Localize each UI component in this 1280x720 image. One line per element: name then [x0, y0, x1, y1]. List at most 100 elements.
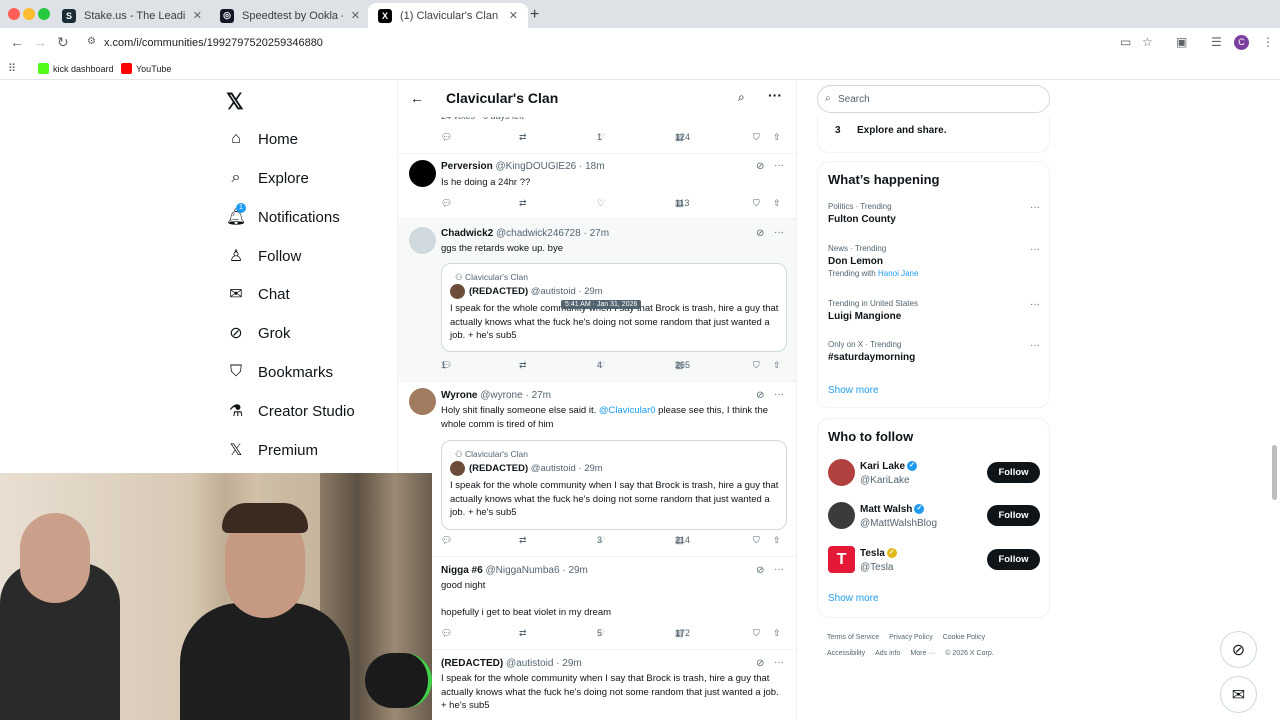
follow-suggestion[interactable]: Matt Walsh ✓ @MattWalshBlog Follow	[828, 502, 1040, 534]
like-button[interactable]: ♡ 3	[597, 535, 608, 546]
more-options-icon[interactable]: ···	[774, 564, 784, 575]
like-icon[interactable]: ♡	[597, 198, 605, 209]
share-icon[interactable]: ⇧	[773, 360, 781, 371]
share-icon[interactable]: ⇧	[773, 628, 781, 639]
reload-icon[interactable]: ↻	[57, 34, 69, 51]
follow-button[interactable]: Follow	[987, 462, 1040, 483]
more-options-icon[interactable]: ···	[1030, 340, 1040, 351]
extensions-icon[interactable]: ▣	[1176, 35, 1187, 49]
trend-item[interactable]: Politics · Trending Fulton County ···	[828, 202, 1040, 225]
page-scrollbar[interactable]	[1272, 445, 1277, 500]
grok-explain-icon[interactable]: ⊘	[756, 658, 764, 669]
more-options-icon[interactable]: ···	[774, 389, 784, 400]
bookmark-kick-dashboard[interactable]: kick dashboard	[38, 63, 114, 74]
back-arrow-icon[interactable]: ←	[410, 90, 424, 106]
display-name[interactable]: (REDACTED)	[441, 658, 503, 669]
nav-premium[interactable]: 𝕏 Premium	[226, 436, 318, 464]
follow-button[interactable]: Follow	[987, 505, 1040, 526]
url-bar[interactable]: ⚙ x.com/i/communities/199279752025934688…	[80, 31, 1110, 55]
footer-link[interactable]: Ads info	[875, 650, 900, 657]
footer-link[interactable]: Cookie Policy	[943, 634, 985, 641]
bookmark-youtube[interactable]: YouTube	[121, 63, 171, 74]
x-logo-icon[interactable]: 𝕏	[226, 89, 244, 115]
retweet-icon[interactable]: ⇄	[519, 198, 527, 209]
display-name[interactable]: Perversion	[441, 161, 493, 172]
browser-tab-speedtest[interactable]: ◎ Speedtest by Ookla - The Glo ✕	[210, 3, 370, 28]
share-icon[interactable]: ⇧	[773, 535, 781, 546]
nav-explore[interactable]: ⌕ Explore	[226, 164, 309, 192]
quoted-tweet[interactable]: ⚇ Clavicular's Clan (REDACTED) @autistoi…	[441, 440, 787, 530]
more-options-icon[interactable]: ···	[1030, 299, 1040, 310]
browser-tab-x[interactable]: X (1) Clavicular's Clan Commun ✕	[368, 3, 528, 28]
site-settings-icon[interactable]: ⚙	[87, 36, 96, 47]
trend-item[interactable]: News · Trending Don Lemon Trending with …	[828, 244, 1040, 278]
avatar[interactable]	[409, 160, 436, 187]
handle[interactable]: @chadwick246728	[496, 228, 581, 239]
new-tab-button[interactable]: +	[530, 6, 539, 24]
bookmark-icon[interactable]: ⛉	[753, 132, 760, 143]
footer-link[interactable]: More ···	[910, 650, 935, 657]
search-icon[interactable]: ⌕	[738, 90, 745, 105]
trend-sub-link[interactable]: Hanoi Jane	[878, 269, 918, 278]
display-name[interactable]: Kari Lake ✓	[860, 461, 918, 472]
share-icon[interactable]: ⇧	[773, 198, 781, 209]
close-tab-icon[interactable]: ✕	[351, 9, 360, 22]
step-text[interactable]: Explore and share.	[857, 125, 946, 136]
messages-floating-button[interactable]: ✉	[1220, 676, 1257, 713]
more-options-icon[interactable]: ···	[768, 87, 782, 103]
timestamp[interactable]: 27m	[532, 390, 551, 401]
minimize-window-button[interactable]	[23, 8, 35, 20]
maximize-window-button[interactable]	[38, 8, 50, 20]
like-button[interactable]: ♡ 4	[597, 360, 608, 371]
grok-floating-button[interactable]: ⊘	[1220, 631, 1257, 668]
more-options-icon[interactable]: ···	[774, 657, 784, 668]
nav-home[interactable]: ⌂ Home	[226, 125, 298, 153]
footer-link[interactable]: Privacy Policy	[889, 634, 933, 641]
follow-suggestion[interactable]: Kari Lake ✓ @KariLake Follow	[828, 459, 1040, 491]
handle[interactable]: @NiggaNumba6	[485, 565, 559, 576]
reply-icon[interactable]: 💬︎	[441, 132, 452, 143]
like-button[interactable]: ♡ 1	[597, 132, 608, 143]
more-options-icon[interactable]: ···	[1030, 244, 1040, 255]
grok-explain-icon[interactable]: ⊘	[756, 390, 764, 401]
nav-notifications[interactable]: 🔔︎ 1 Notifications	[226, 203, 340, 231]
display-name[interactable]: Chadwick2	[441, 228, 493, 239]
trend-item[interactable]: Only on X · Trending #saturdaymorning ··…	[828, 340, 1040, 363]
avatar[interactable]	[828, 502, 855, 529]
retweet-icon[interactable]: ⇄	[519, 535, 527, 546]
timestamp[interactable]: 29m	[562, 658, 581, 669]
apps-grid-icon[interactable]: ⠿	[8, 62, 16, 75]
views-button[interactable]: ▥ 214	[675, 535, 690, 546]
trend-item[interactable]: Trending in United States Luigi Mangione…	[828, 299, 1040, 322]
bookmark-icon[interactable]: ⛉	[753, 198, 760, 209]
handle[interactable]: @MattWalshBlog	[860, 518, 937, 529]
media-icon[interactable]: ☰	[1211, 35, 1222, 49]
handle[interactable]: @autistoid	[506, 658, 553, 669]
reply-icon[interactable]: 💬︎	[441, 628, 452, 639]
nav-creator-studio[interactable]: ⚗ Creator Studio	[226, 397, 355, 425]
handle[interactable]: @KingDOUGIE26	[495, 161, 576, 172]
more-options-icon[interactable]: ···	[774, 160, 784, 171]
timestamp[interactable]: 27m	[590, 228, 609, 239]
display-name[interactable]: Tesla ✓	[860, 548, 897, 559]
retweet-icon[interactable]: ⇄	[519, 628, 527, 639]
retweet-icon[interactable]: ⇄	[519, 132, 527, 143]
bookmark-icon[interactable]: ⛉	[753, 628, 760, 639]
handle[interactable]: @Tesla	[860, 562, 894, 573]
nav-chat[interactable]: ✉ Chat	[226, 280, 289, 308]
nav-follow[interactable]: ♙ Follow	[226, 242, 302, 270]
more-options-icon[interactable]: ···	[774, 227, 784, 238]
mention-link[interactable]: @Clavicular0	[599, 405, 656, 416]
menu-kebab-icon[interactable]: ⋮	[1262, 35, 1274, 49]
bookmark-icon[interactable]: ⛉	[753, 535, 760, 546]
close-window-button[interactable]	[8, 8, 20, 20]
back-arrow-icon[interactable]: ←	[10, 34, 24, 50]
nav-bookmarks[interactable]: ⛉ Bookmarks	[226, 358, 333, 386]
close-tab-icon[interactable]: ✕	[509, 9, 518, 22]
handle[interactable]: @KariLake	[860, 475, 910, 486]
grok-explain-icon[interactable]: ⊘	[756, 565, 764, 576]
grok-explain-icon[interactable]: ⊘	[756, 228, 764, 239]
timestamp[interactable]: 18m	[585, 161, 604, 172]
retweet-icon[interactable]: ⇄	[519, 360, 527, 371]
display-name[interactable]: Nigga #6	[441, 565, 483, 576]
